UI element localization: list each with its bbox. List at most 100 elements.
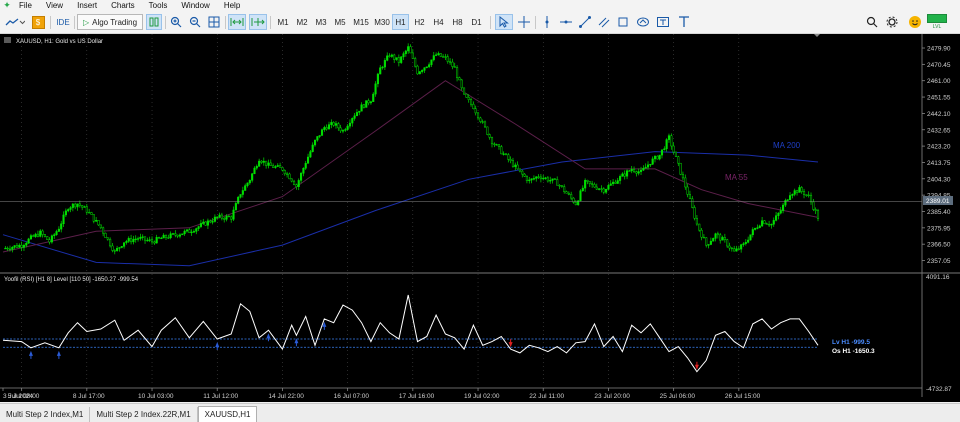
candle-body (414, 58, 417, 67)
timeframe-d1[interactable]: D1 (468, 14, 485, 30)
price-label: 2357.05 (927, 258, 951, 265)
time-label: 25 Jul 06:00 (660, 393, 696, 400)
chart-menu-icon[interactable] (4, 37, 11, 43)
timeframe-m15[interactable]: M15 (350, 14, 372, 30)
candle-body (674, 151, 678, 157)
depth-of-market-icon[interactable] (146, 14, 162, 30)
candle-body (812, 201, 815, 210)
chart-shift-icon[interactable] (249, 14, 267, 30)
candle-body (777, 212, 780, 216)
candle-body (486, 126, 489, 135)
tab-multi-step-2[interactable]: Multi Step 2 Index,M1 (0, 407, 91, 422)
zoom-in-icon[interactable] (168, 14, 184, 30)
timeframe-m5[interactable]: M5 (331, 14, 349, 30)
candle-body (332, 122, 335, 126)
menu-help[interactable]: Help (219, 1, 249, 10)
candle-body (176, 234, 179, 237)
chart-shift-marker[interactable] (814, 34, 820, 37)
ma200-label: MA 200 (773, 141, 801, 150)
shapes-icon[interactable] (634, 14, 652, 30)
menu-view[interactable]: View (41, 1, 72, 10)
candle-body (150, 239, 154, 243)
candle-body (374, 83, 377, 95)
chart-type-icon[interactable] (4, 14, 26, 30)
candle-body (644, 166, 647, 169)
timeframe-m30[interactable]: M30 (372, 14, 392, 30)
trendline-icon[interactable] (577, 14, 593, 30)
candle-body (586, 179, 589, 182)
timeframe-m2[interactable]: M2 (293, 14, 311, 30)
candle-body (518, 168, 521, 172)
auto-scroll-icon[interactable] (228, 14, 246, 30)
candle-body (600, 188, 603, 190)
horizontal-line-icon[interactable] (558, 14, 574, 30)
menu-charts[interactable]: Charts (106, 1, 144, 10)
candle-body (48, 239, 51, 243)
candle-body (155, 237, 158, 244)
price-label: 2404.30 (927, 176, 951, 183)
timeframe-h8[interactable]: H8 (449, 14, 466, 30)
candle-body (311, 144, 314, 152)
time-label: 19 Jul 02:00 (464, 393, 500, 400)
tab-xauusd-h1[interactable]: XAUUSD,H1 (197, 406, 258, 422)
candle-body (546, 177, 549, 182)
rectangle-icon[interactable] (615, 14, 631, 30)
price-label: 2423.20 (927, 144, 951, 151)
profile-icon[interactable] (906, 14, 924, 30)
timeframe-h2[interactable]: H2 (411, 14, 428, 30)
candle-body (712, 238, 715, 242)
candle-body (69, 207, 72, 210)
time-axis[interactable]: 3 Jul 20245 Jul 08:00 8 Jul 17:00 10 Jul 0… (2, 388, 761, 400)
grid-icon[interactable] (206, 14, 222, 30)
candle-body (232, 209, 235, 220)
price-label: 2432.65 (927, 127, 951, 134)
candle-body (504, 153, 508, 155)
menu-tools[interactable]: Tools (144, 1, 177, 10)
candle-body (421, 70, 424, 72)
candle-body (369, 101, 372, 104)
equidistant-channel-icon[interactable] (596, 14, 612, 30)
timeframe-m1[interactable]: M1 (274, 14, 292, 30)
menu-window[interactable]: Window (176, 1, 218, 10)
candle-body (283, 170, 286, 175)
candle-body (67, 209, 70, 212)
text-label-icon[interactable] (655, 14, 671, 30)
menu-insert[interactable]: Insert (72, 1, 106, 10)
zoom-out-icon[interactable] (187, 14, 203, 30)
text-icon[interactable] (675, 14, 693, 30)
vertical-line-icon[interactable] (539, 14, 555, 30)
candle-body (237, 196, 240, 204)
search-icon[interactable] (864, 14, 880, 30)
candle-body (479, 117, 482, 122)
candle-body (684, 177, 687, 188)
chart-window[interactable]: XAUUSD, H1: Gold vs US Dollar MA 200 MA … (0, 34, 960, 402)
buy-arrow-icon (56, 350, 61, 359)
crosshair-icon[interactable] (516, 14, 532, 30)
sell-arrow-icon (508, 339, 513, 348)
ide-button[interactable]: IDE (54, 14, 72, 30)
candle-body (41, 230, 44, 235)
price-axis[interactable]: 2479.90 2470.45 2461.00 2451.55 2442.10 2432.… (922, 46, 951, 266)
algo-trading-button[interactable]: ▷ Algo Trading (77, 14, 143, 30)
cursor-icon[interactable] (495, 14, 513, 30)
candle-body (735, 248, 738, 252)
candle-body (619, 176, 622, 181)
settings-icon[interactable] (884, 14, 900, 30)
new-order-icon[interactable]: $ (30, 14, 46, 30)
menu-bar: ✦ File View Insert Charts Tools Window H… (0, 0, 960, 11)
timeframe-h1[interactable]: H1 (392, 14, 409, 30)
signal-level[interactable]: LVL (926, 14, 948, 30)
candle-body (602, 188, 605, 193)
candle-body (320, 129, 324, 136)
timeframe-h4[interactable]: H4 (430, 14, 447, 30)
menu-file[interactable]: File (14, 1, 41, 10)
tab-multi-step-2-22r[interactable]: Multi Step 2 Index.22R,M1 (90, 407, 198, 422)
chart-canvas[interactable]: XAUUSD, H1: Gold vs US Dollar MA 200 MA … (0, 34, 960, 402)
price-label: 2385.40 (927, 209, 951, 216)
app-logo-icon: ✦ (3, 0, 11, 10)
current-price-label: 2389.01 (926, 198, 950, 205)
candle-body (802, 191, 806, 196)
candle-body (348, 122, 352, 127)
price-label: 2366.50 (927, 242, 951, 249)
timeframe-m3[interactable]: M3 (312, 14, 330, 30)
